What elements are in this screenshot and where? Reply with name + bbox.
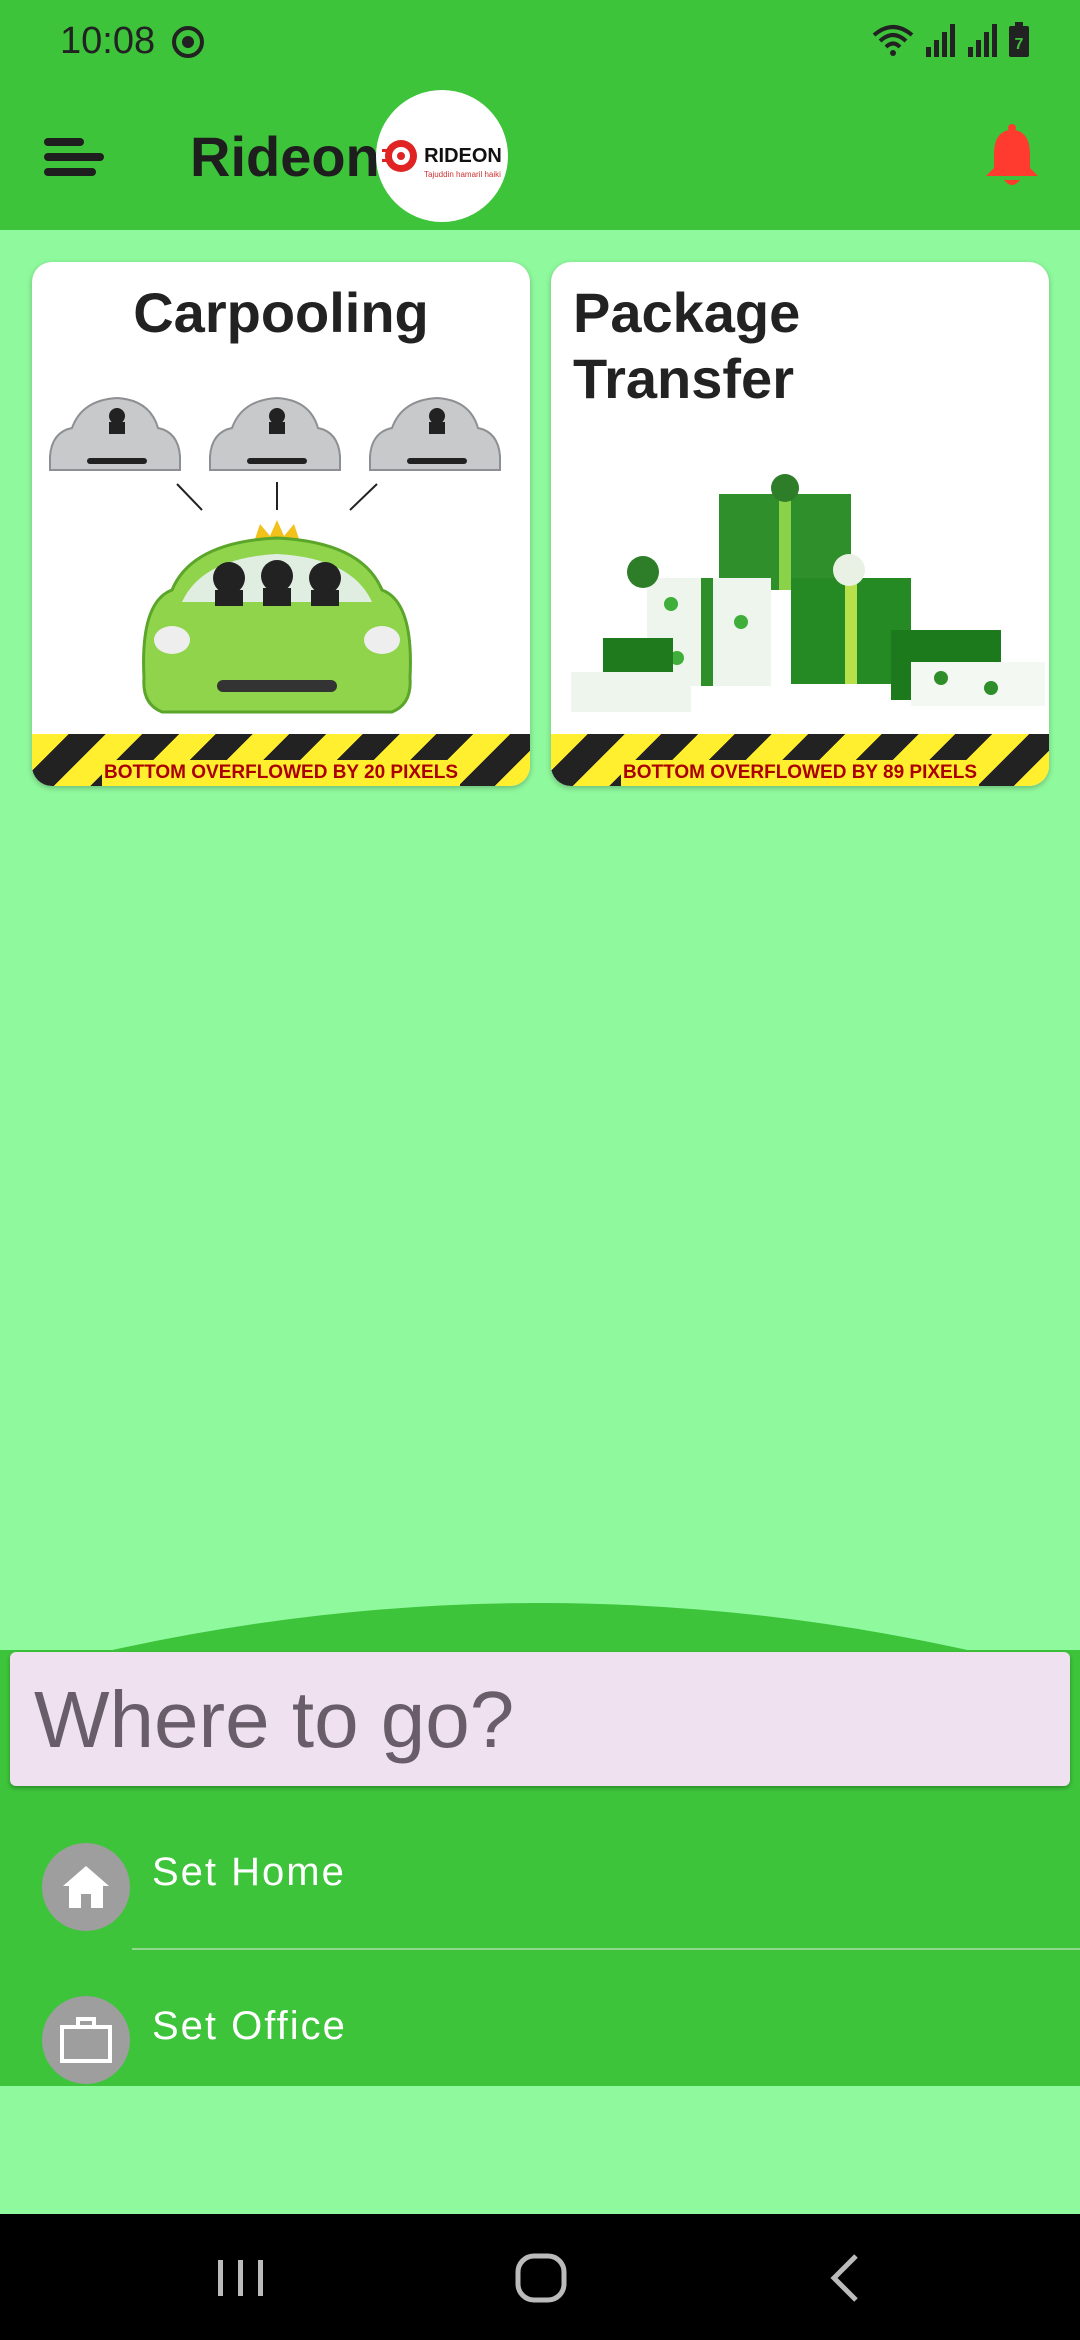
overflow-warning-stripe: BOTTOM OVERFLOWED BY 20 PIXELS	[32, 734, 530, 786]
signal-icon	[968, 24, 997, 57]
search-placeholder: Where to go?	[34, 1675, 515, 1764]
sync-icon	[172, 26, 204, 58]
rideon-logo: RIDEON Tajuddin hamaril haiki	[376, 90, 508, 222]
overflow-message: BOTTOM OVERFLOWED BY 89 PIXELS	[620, 760, 980, 786]
card-title-line: Package	[573, 281, 801, 344]
recent-apps-icon[interactable]	[210, 2250, 270, 2306]
menu-icon[interactable]	[42, 134, 106, 180]
status-bar: 10:08 7	[0, 0, 1080, 84]
wifi-icon	[872, 25, 914, 56]
signal-icon	[926, 24, 955, 57]
briefcase-icon	[60, 2017, 112, 2063]
set-office-label: Set Office	[152, 2004, 347, 2048]
set-home-label: Set Home	[152, 1850, 346, 1894]
system-nav-bar	[0, 2214, 1080, 2340]
card-title: Carpooling	[133, 281, 429, 344]
battery-icon: 7	[1009, 22, 1029, 57]
home-icon	[63, 1866, 109, 1908]
back-icon[interactable]	[816, 2250, 876, 2306]
overflow-warning-stripe: BOTTOM OVERFLOWED BY 89 PIXELS	[551, 734, 1049, 786]
overflow-message: BOTTOM OVERFLOWED BY 20 PIXELS	[101, 760, 461, 786]
home-button-icon[interactable]	[512, 2250, 572, 2306]
logo-text: RIDEON	[424, 144, 502, 167]
carpooling-illustration	[49, 396, 501, 714]
home-icon-circle	[42, 1843, 130, 1931]
briefcase-icon-circle	[42, 1996, 130, 2084]
wheel-icon	[382, 140, 418, 172]
notification-bell-icon[interactable]	[982, 124, 1042, 190]
row-divider	[132, 1948, 1080, 1950]
carpooling-card[interactable]: Carpooling BOTTOM OVERFLOWED BY 20 PIXEL…	[32, 262, 530, 786]
app-bar: Rideon RIDEON Tajuddin hamaril haiki	[0, 84, 1080, 230]
battery-level: 7	[1015, 36, 1024, 53]
status-time: 10:08	[60, 20, 156, 62]
gift-boxes-illustration	[571, 474, 1045, 712]
set-office-row[interactable]: Set Office	[0, 1992, 1080, 2142]
status-icons: 7	[872, 22, 1030, 58]
package-transfer-card[interactable]: Package Transfer BOTTOM OVERFLOWED BY 89…	[551, 262, 1049, 786]
where-to-go-search[interactable]: Where to go?	[10, 1652, 1070, 1786]
set-home-row[interactable]: Set Home	[0, 1838, 1080, 1988]
app-title: Rideon	[190, 125, 380, 188]
logo-tagline: Tajuddin hamaril haiki	[424, 170, 501, 179]
